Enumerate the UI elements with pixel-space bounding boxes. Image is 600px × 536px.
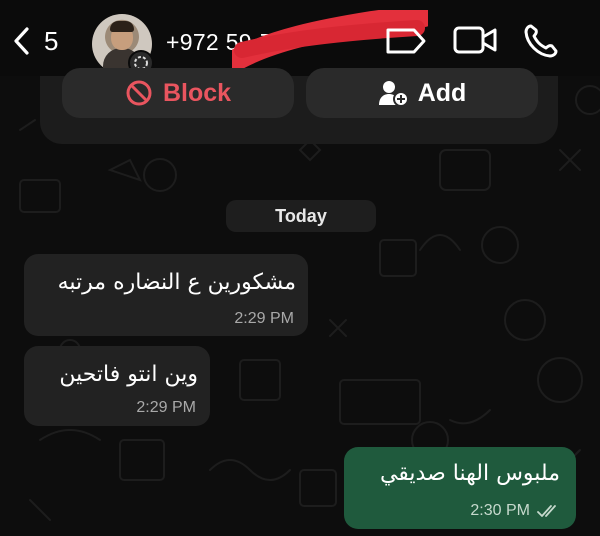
date-separator: Today (226, 200, 376, 232)
avatar[interactable] (92, 14, 154, 76)
message-time: 2:29 PM (234, 310, 294, 327)
add-label: Add (417, 78, 467, 107)
add-contact-button[interactable]: Add (306, 68, 538, 118)
label-tag-icon[interactable] (384, 24, 428, 58)
message-bubble-incoming[interactable]: وين انتو فاتحين 2:29 PM (24, 346, 210, 426)
block-button[interactable]: Block (62, 68, 294, 118)
read-double-check-icon (537, 505, 556, 517)
message-bubble-outgoing[interactable]: ملبوس الهنا صديقي 2:30 PM (344, 447, 576, 529)
message-bubble-incoming[interactable]: مشكورين ع النضاره مرتبه 2:29 PM (24, 254, 308, 336)
message-text: وين انتو فاتحين (59, 362, 198, 387)
phone-call-icon[interactable] (522, 22, 560, 60)
message-text: ملبوس الهنا صديقي (379, 461, 560, 486)
block-label: Block (162, 78, 232, 107)
chevron-left-icon (14, 27, 29, 55)
message-text: مشكورين ع النضاره مرتبه (57, 270, 296, 295)
video-call-icon[interactable] (452, 24, 498, 56)
unread-count: 5 (44, 26, 59, 56)
back-button[interactable]: 5 (12, 26, 58, 56)
message-time: 2:30 PM (470, 502, 530, 519)
add-person-icon (378, 81, 408, 107)
block-icon (126, 80, 152, 106)
message-time: 2:29 PM (136, 399, 196, 416)
